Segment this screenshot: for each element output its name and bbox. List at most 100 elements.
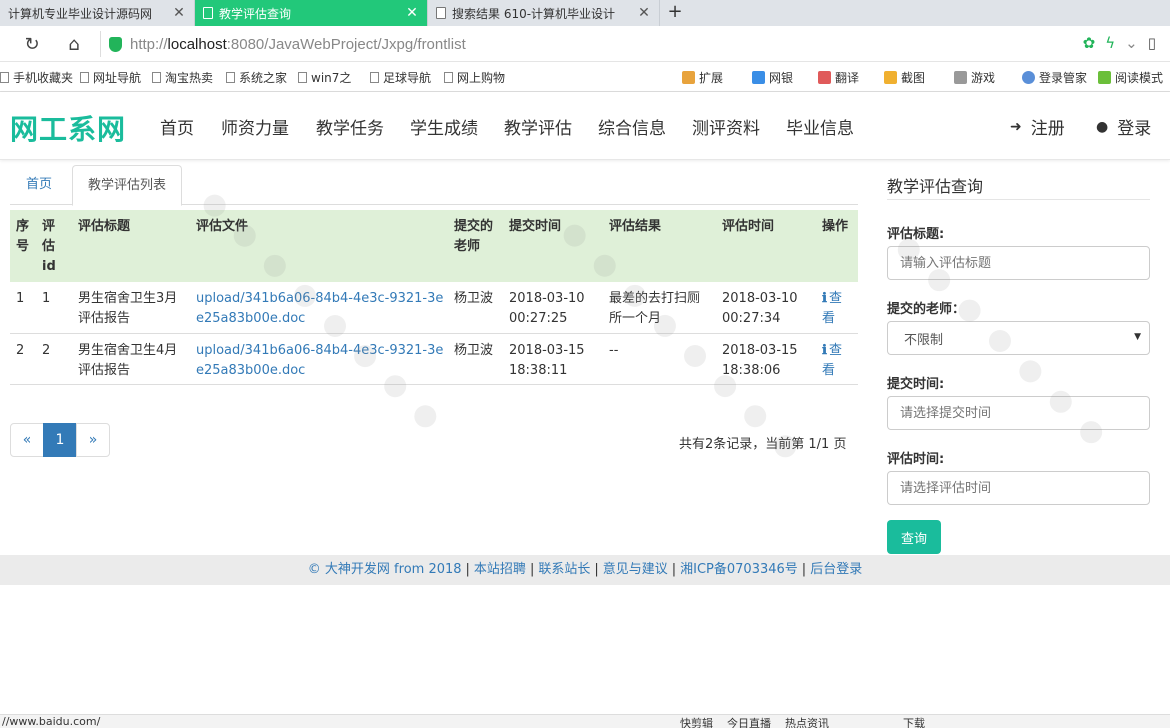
status-item-download[interactable]: 下载	[903, 715, 925, 728]
bookmark-label: 足球导航	[383, 71, 432, 85]
eval-time: 2018-03-15 18:38:06	[722, 342, 798, 378]
status-item-hot-news[interactable]: 热点资讯	[785, 715, 829, 728]
cell-no: 1	[10, 282, 36, 334]
browser-status-bar: //www.baidu.com/ 快剪辑 今日直播 热点资讯 下载	[0, 714, 1170, 728]
footer-copyright[interactable]: © 大神开发网 from 2018	[308, 562, 462, 577]
bookmarks-bar: 手机收藏夹 网址导航 淘宝热卖 系统之家 win7之 足球导航 网上购物 扩展 …	[0, 62, 1170, 92]
lightning-icon[interactable]: ϟ	[1105, 34, 1115, 52]
toolbar-reading-mode[interactable]: 阅读模式	[1098, 69, 1163, 86]
cell-file: upload/341b6a06-84b4-4e3c-9321-3ee25a83b…	[190, 333, 448, 385]
cell-id: 2	[36, 333, 72, 385]
nav-home[interactable]: 首页	[160, 114, 194, 139]
header-label: 评估id	[42, 219, 56, 274]
nav-teaching-evaluation[interactable]: 教学评估	[504, 114, 572, 139]
security-icon[interactable]: ✿	[1083, 34, 1096, 52]
close-icon[interactable]: ✕	[405, 5, 419, 21]
user-icon: ●	[1096, 118, 1109, 135]
footer-contact-link[interactable]: 联系站长	[538, 562, 590, 577]
toolbar-games[interactable]: 游戏	[954, 69, 995, 86]
url-input[interactable]: http://localhost:8080/JavaWebProject/Jxp…	[100, 31, 1110, 57]
footer-jobs-link[interactable]: 本站招聘	[474, 562, 526, 577]
col-header-file: 评估文件	[190, 210, 448, 282]
url-host: localhost	[167, 35, 227, 53]
table-header-row: 序号 评估id 评估标题 评估文件 提交的老师 提交时间 评估结果 评估时间 操…	[10, 210, 858, 282]
file-link[interactable]: upload/341b6a06-84b4-4e3c-9321-3ee25a83b…	[196, 343, 443, 378]
footer-feedback-link[interactable]: 意见与建议	[603, 562, 668, 577]
view-link[interactable]: ℹ 查看	[822, 343, 842, 378]
divider	[887, 199, 1150, 200]
status-url: //www.baidu.com/	[2, 715, 101, 728]
page-icon	[226, 72, 235, 83]
page-1-button[interactable]: 1	[43, 423, 77, 457]
brand-logo[interactable]: 网工系网	[10, 108, 126, 148]
cell-id: 1	[36, 282, 72, 334]
browser-tab-source-site[interactable]: 计算机专业毕业设计源码网 ✕	[0, 0, 195, 26]
pagination: « 1 »	[10, 423, 110, 457]
view-link[interactable]: ℹ 查看	[822, 291, 842, 326]
bookmark-item[interactable]: 淘宝热卖	[152, 69, 213, 86]
tab-title: 教学评估查询	[219, 6, 292, 21]
status-item-live[interactable]: 今日直播	[727, 715, 771, 728]
nav-student-grades[interactable]: 学生成绩	[410, 114, 478, 139]
browser-tab-current[interactable]: 教学评估查询 ✕	[195, 0, 428, 26]
toolbar-label: 扩展	[699, 71, 724, 85]
bookmark-item[interactable]: 网上购物	[444, 69, 505, 86]
bookmark-item[interactable]: 系统之家	[226, 69, 287, 86]
eval-time: 2018-03-10 00:27:34	[722, 291, 798, 326]
toolbar-translate[interactable]: 翻译	[818, 69, 859, 86]
browser-tab-search[interactable]: 搜索结果 610-计算机毕业设计 ✕	[428, 0, 660, 26]
query-button[interactable]: 查询	[887, 520, 941, 554]
nav-faculty[interactable]: 师资力量	[221, 114, 289, 139]
eval-time-input[interactable]	[887, 471, 1150, 505]
register-link[interactable]: ➜ 注册	[1010, 114, 1065, 140]
col-header-teacher: 提交的老师	[448, 210, 503, 282]
close-icon[interactable]: ✕	[172, 5, 186, 21]
breadcrumb-current[interactable]: 教学评估列表	[72, 165, 183, 206]
toolbar-screenshot[interactable]: 截图	[884, 69, 925, 86]
nav-graduation-info[interactable]: 毕业信息	[786, 114, 854, 139]
header-label: 提交的老师	[454, 219, 494, 254]
teacher-select-value: 不限制	[904, 332, 944, 348]
col-header-no: 序号	[10, 210, 36, 282]
bookmark-item[interactable]: 网址导航	[80, 69, 141, 86]
toolbar-bank[interactable]: 网银	[752, 69, 793, 86]
header-label: 序号	[16, 219, 30, 254]
breadcrumb-home[interactable]: 首页	[11, 165, 67, 206]
key-icon	[1022, 71, 1035, 84]
submit-time-input[interactable]	[887, 396, 1150, 430]
next-page-button[interactable]: »	[76, 423, 110, 457]
nav-teaching-tasks[interactable]: 教学任务	[316, 114, 384, 139]
bookmark-item[interactable]: win7之	[298, 69, 351, 86]
teacher-select[interactable]: 不限制 ▼	[887, 321, 1150, 355]
new-tab-button[interactable]: +	[664, 0, 686, 26]
home-icon[interactable]: ⌂	[62, 32, 86, 56]
tab-title: 搜索结果 610-计算机毕业设计	[452, 6, 616, 21]
page-icon	[152, 72, 161, 83]
search-panel-title: 教学评估查询	[887, 177, 984, 196]
prev-page-button[interactable]: «	[10, 423, 44, 457]
submit-time-field-label: 提交时间:	[887, 377, 945, 392]
cell-result: --	[603, 333, 716, 385]
address-bar: ↻ ⌂ http://localhost:8080/JavaWebProject…	[0, 26, 1170, 62]
record-count-info: 共有2条记录，当前第 1/1 页	[679, 437, 847, 452]
reload-icon[interactable]: ↻	[20, 32, 44, 56]
chevron-down-icon[interactable]: ⌄	[1125, 34, 1138, 52]
footer-icp-link[interactable]: 湘ICP备0703346号	[680, 562, 798, 577]
close-icon[interactable]: ✕	[637, 5, 651, 21]
file-link[interactable]: upload/341b6a06-84b4-4e3c-9321-3ee25a83b…	[196, 291, 443, 326]
nav-assessment-materials[interactable]: 测评资料	[692, 114, 760, 139]
toolbar-login-manager[interactable]: 登录管家	[1022, 69, 1087, 86]
bookmark-label: win7之	[311, 71, 352, 85]
login-link[interactable]: ● 登录	[1096, 114, 1151, 140]
nav-general-info[interactable]: 综合信息	[598, 114, 666, 139]
col-header-title: 评估标题	[72, 210, 190, 282]
menu-icon[interactable]: ▯	[1148, 34, 1156, 52]
bookmark-item[interactable]: 足球导航	[370, 69, 431, 86]
status-item-quick-clip[interactable]: 快剪辑	[680, 715, 713, 728]
toolbar-label: 截图	[901, 71, 926, 85]
bookmark-item[interactable]: 手机收藏夹	[0, 69, 73, 86]
toolbar-extensions[interactable]: 扩展	[682, 69, 723, 86]
title-search-input[interactable]	[887, 246, 1150, 280]
bookmark-label: 手机收藏夹	[13, 71, 74, 85]
footer-admin-login-link[interactable]: 后台登录	[810, 562, 862, 577]
